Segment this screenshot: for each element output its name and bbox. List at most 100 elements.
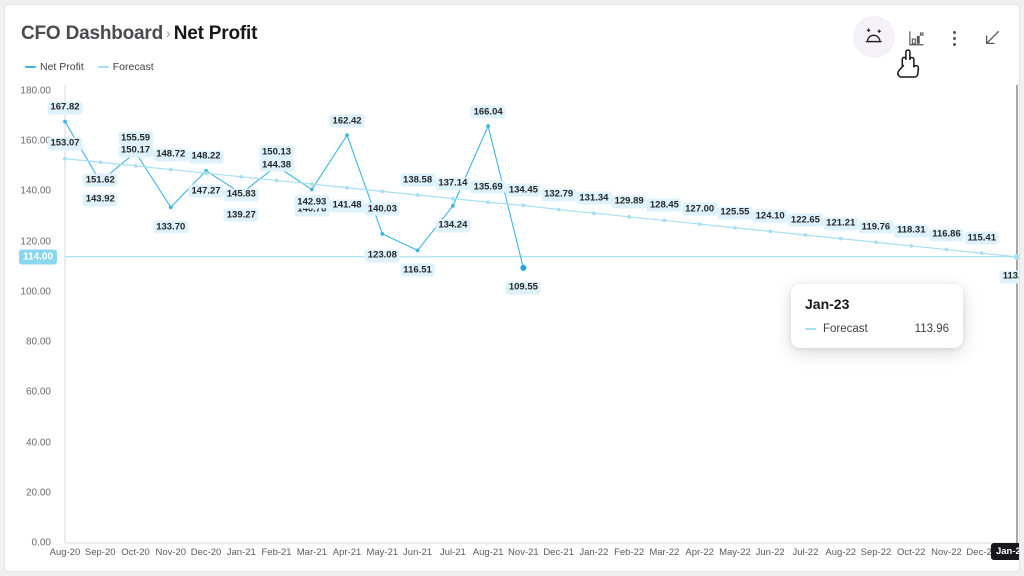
header-actions [853,16,1009,59]
chart-legend: Net Profit Forecast [25,61,154,73]
data-label: 119.76 [858,220,894,234]
bar-chart-icon [908,30,924,45]
data-label: 125.55 [717,206,753,220]
page-title: Net Profit [173,23,258,44]
data-label: 142.93 [294,195,330,209]
x-tick-label[interactable]: Apr-21 [333,547,362,558]
data-label: 122.65 [787,213,823,227]
y-tick-label: 80.00 [25,336,51,348]
data-label: 141.48 [329,199,365,213]
data-label: 150.13 [259,145,295,159]
breadcrumb-root[interactable]: CFO Dashboard [21,23,163,44]
legend-item-net-profit[interactable]: Net Profit [25,61,84,73]
x-tick-label[interactable]: Mar-22 [649,547,679,558]
data-label: 121.21 [823,217,859,231]
data-label: 113.96 [999,270,1019,284]
y-tick-label: 60.00 [25,386,51,398]
x-tick-label[interactable]: May-21 [366,547,398,558]
data-label: 132.79 [541,188,577,202]
x-tick-label[interactable]: Aug-21 [473,547,504,558]
data-label: 133.70 [153,220,189,234]
kebab-dot-1 [952,30,956,34]
x-tick-label[interactable]: Aug-20 [50,547,81,558]
x-tick-label[interactable]: Sep-22 [861,547,892,558]
kebab-menu-button[interactable] [937,21,971,55]
data-label: 144.38 [259,158,295,172]
x-tick-label[interactable]: Feb-21 [261,547,291,558]
legend-swatch-net-profit [25,66,36,68]
data-label: 123.08 [364,249,400,263]
data-label: 129.89 [611,195,647,209]
data-label: 116.86 [929,228,964,242]
x-tick-label[interactable]: Mar-21 [297,547,327,558]
legend-label-forecast: Forecast [112,61,154,73]
x-tick-label[interactable]: Sep-20 [85,547,116,558]
y-tick-label: 100.00 [20,286,51,298]
y-tick-label: 140.00 [20,185,51,197]
x-tick-label[interactable]: Dec-21 [543,547,574,558]
y-tick-label: 120.00 [20,236,51,248]
x-tick-label[interactable]: Dec-20 [191,547,222,558]
x-tick-label[interactable]: Apr-22 [685,547,714,558]
y-tick-label: 180.00 [20,85,51,97]
legend-item-forecast[interactable]: Forecast [97,61,154,73]
y-tick-label: 160.00 [20,135,51,147]
x-tick-label[interactable]: Jun-21 [403,547,432,558]
tooltip-row: Forecast 113.96 [805,323,949,335]
data-label: 140.03 [364,202,400,216]
data-label: 118.31 [893,224,929,238]
x-tick-label[interactable]: Oct-20 [121,547,150,558]
data-label: 115.41 [964,231,1000,245]
data-label: 147.27 [188,184,224,198]
x-tick-label[interactable]: Jul-22 [793,547,819,558]
data-label: 131.34 [576,191,612,205]
x-tick-label[interactable]: Jan-22 [579,547,608,558]
data-label: 135.69 [470,180,506,194]
x-tick-label[interactable]: Nov-22 [931,547,962,558]
x-tick-label[interactable]: May-22 [719,547,751,558]
kebab-dot-2 [952,36,956,40]
x-tick-label[interactable]: Jan-23 [990,543,1019,560]
legend-label-net-profit: Net Profit [40,61,84,73]
y-tick-label: 40.00 [25,437,51,449]
data-label: 143.92 [82,193,118,207]
y-tick-label: 0.00 [31,537,51,549]
data-label: 167.82 [47,101,83,115]
y-tick-label: 20.00 [25,487,51,499]
x-tick-label[interactable]: Feb-22 [614,547,644,558]
reference-line-badge: 114.00 [19,249,58,265]
data-label: 128.45 [646,198,682,212]
card-header: CFO Dashboard › Net Profit [5,5,1019,78]
data-label: 116.51 [400,263,435,277]
data-label: 166.04 [470,105,506,119]
data-label: 162.42 [329,114,365,128]
data-label: 153.07 [47,137,83,151]
tooltip-title: Jan-23 [805,296,850,312]
x-tick-label[interactable]: Nov-20 [155,547,186,558]
data-label: 134.24 [435,219,471,233]
x-tick-label[interactable]: Jul-21 [440,547,466,558]
ai-assist-icon [865,28,882,43]
data-label: 155.59 [117,131,154,145]
x-tick-label[interactable]: Oct-22 [897,547,926,558]
collapse-icon [985,31,999,45]
data-label: 124.10 [752,209,788,223]
chart-tooltip: Jan-23 Forecast 113.96 [791,284,963,348]
x-tick-label[interactable]: Aug-22 [825,547,856,558]
data-label: 150.17 [117,144,154,158]
collapse-button[interactable] [975,21,1009,55]
line-chart-plot[interactable]: 0.00 20.00 40.00 60.00 80.00 100.00 120.00 140.… [5,77,1019,571]
data-label: 134.45 [505,183,541,197]
data-label: 127.00 [682,202,718,216]
x-tick-label[interactable]: Nov-21 [508,547,539,558]
bar-chart-button[interactable] [899,21,933,55]
x-tick-label[interactable]: Jan-21 [227,547,256,558]
data-label: 148.72 [153,148,189,162]
data-label: 145.83 [223,188,259,202]
data-label: 109.55 [505,281,541,295]
data-label: 137.14 [435,177,471,191]
tooltip-swatch-forecast [805,327,816,331]
legend-swatch-forecast [97,66,109,68]
ai-assist-button[interactable] [853,16,895,58]
x-tick-label[interactable]: Jun-22 [756,547,785,558]
